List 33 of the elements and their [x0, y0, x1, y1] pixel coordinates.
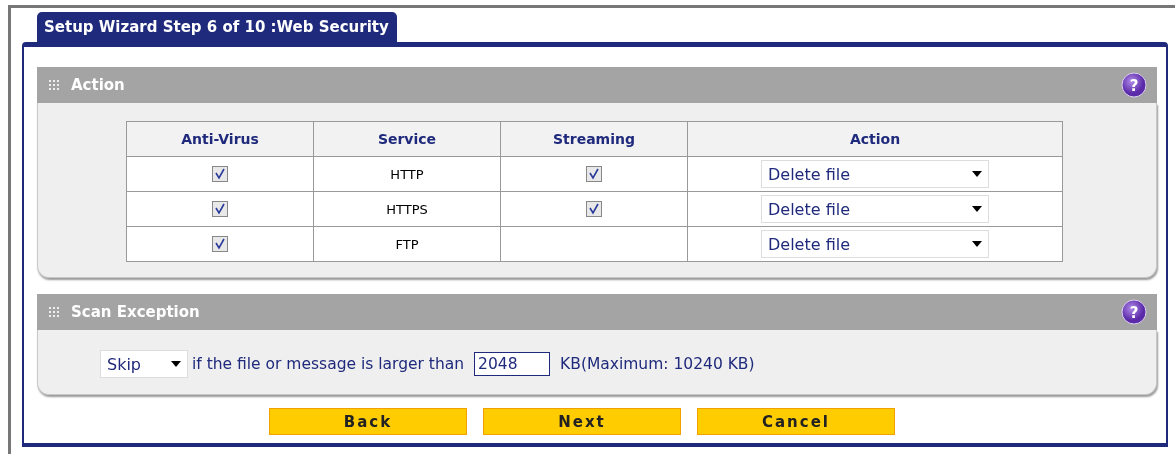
section-title: Action: [71, 76, 126, 94]
checkbox[interactable]: [586, 201, 602, 218]
caret-icon: [972, 206, 982, 212]
size-field[interactable]: 2048: [474, 352, 551, 376]
column-header: Streaming: [500, 121, 688, 157]
checkbox[interactable]: [212, 201, 228, 218]
caret-icon: [972, 241, 982, 247]
action-dropdown[interactable]: Delete file: [761, 160, 989, 188]
grip-icon: [48, 79, 60, 91]
wizard-button[interactable]: Back: [269, 408, 467, 435]
action-dropdown[interactable]: Delete file: [761, 195, 989, 223]
wizard-tab[interactable]: Setup Wizard Step 6 of 10 :Web Security: [37, 12, 397, 42]
mode-dropdown[interactable]: Skip: [100, 350, 188, 378]
column-header: Service: [313, 121, 501, 157]
wizard-button[interactable]: Next: [483, 408, 681, 435]
table-cell: FTP: [313, 226, 501, 262]
section-title: Scan Exception: [71, 303, 201, 321]
column-header: Action: [687, 121, 1063, 157]
wizard-button[interactable]: Cancel: [697, 408, 895, 435]
caret-icon: [171, 361, 181, 367]
column-header: Anti-Virus: [126, 121, 314, 157]
help-icon[interactable]: ?: [1121, 299, 1147, 325]
help-icon[interactable]: ?: [1121, 72, 1147, 98]
checkbox[interactable]: [586, 166, 602, 183]
checkbox[interactable]: [212, 166, 228, 183]
caret-icon: [972, 171, 982, 177]
checkbox[interactable]: [212, 236, 228, 253]
action-dropdown[interactable]: Delete file: [761, 230, 989, 258]
grip-icon: [48, 306, 60, 318]
limit-label: KB(Maximum: 10240 KB): [560, 355, 755, 373]
condition-label: if the file or message is larger than: [192, 355, 465, 373]
table-cell: HTTPS: [313, 191, 501, 227]
table-cell: HTTP: [313, 156, 501, 192]
